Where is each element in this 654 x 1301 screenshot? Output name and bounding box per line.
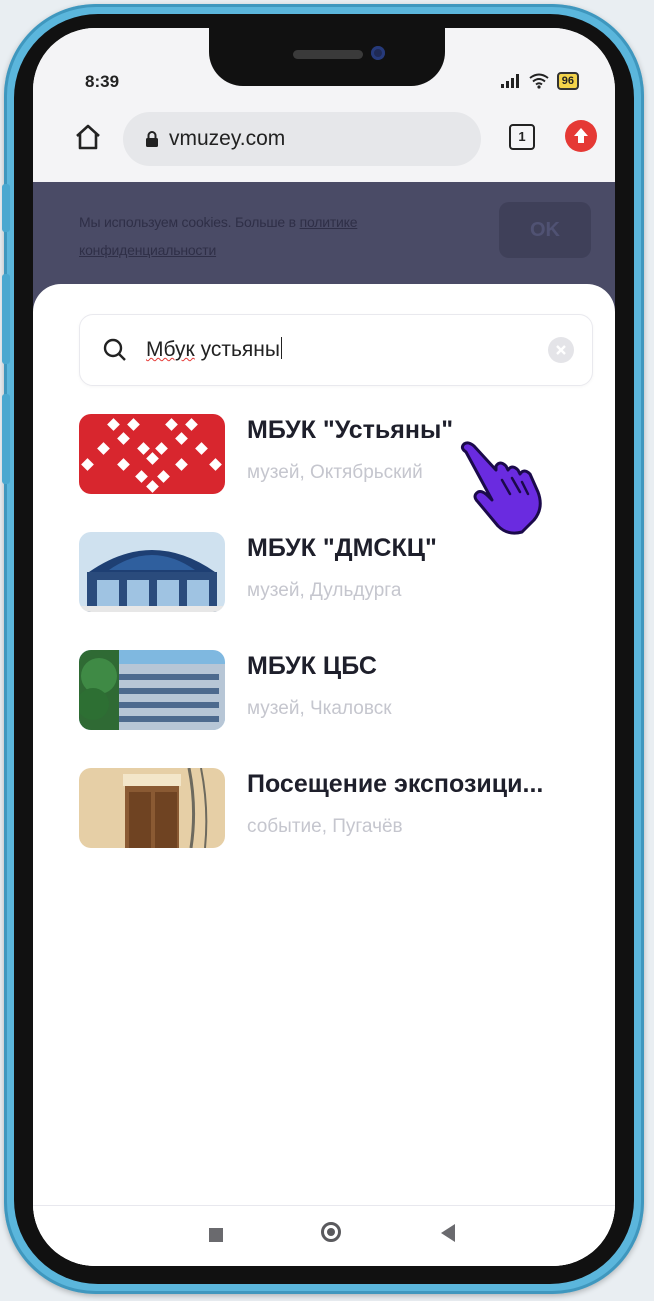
search-result-item[interactable]: Посещение экспозици... событие, Пугачёв: [79, 768, 599, 886]
cookie-ok-button[interactable]: OK: [499, 202, 591, 258]
search-result-item[interactable]: МБУК ЦБС музей, Чкаловск: [79, 650, 599, 768]
status-icons: 96: [500, 72, 579, 90]
building-photo-image: [79, 650, 225, 730]
phone-screen: 8:39 96 vmuzey.com 1 Мы используем cooki…: [33, 28, 615, 1266]
result-title: МБУК "ДМСКЦ": [247, 534, 437, 562]
cookie-message: Мы используем cookies. Больше в: [79, 214, 300, 230]
search-query-rest: устьяны: [194, 338, 280, 361]
status-time: 8:39: [85, 72, 120, 91]
address-bar-url: vmuzey.com: [169, 127, 286, 150]
browser-toolbar: vmuzey.com 1: [33, 100, 615, 182]
phone-volume-up-button: [2, 274, 10, 364]
result-thumbnail: [79, 768, 225, 848]
result-title: МБУК "Устьяны": [247, 416, 454, 444]
phone-side-button: [2, 184, 10, 232]
home-icon[interactable]: [73, 122, 103, 152]
lock-icon: [146, 131, 158, 147]
home-button-icon[interactable]: [321, 1222, 341, 1242]
result-subtitle: музей, Октябрьский: [247, 462, 423, 483]
result-thumbnail: [79, 532, 225, 612]
search-panel: Мбук устьяны МБУК "Устьяны" музей, Октяб…: [33, 284, 615, 1266]
hand-pointer-icon: [460, 441, 542, 535]
result-subtitle: музей, Чкаловск: [247, 698, 392, 719]
phone-notch: [209, 28, 445, 86]
close-icon: [556, 345, 566, 355]
museum-entrance-photo-image: [79, 768, 225, 848]
result-subtitle: музей, Дульдурга: [247, 580, 402, 601]
result-thumbnail: [79, 650, 225, 730]
clear-search-icon[interactable]: [548, 337, 574, 363]
wifi-icon: [529, 73, 549, 89]
building-photo-image: [79, 532, 225, 612]
search-query: Мбук устьяны: [146, 337, 283, 362]
ornament-pattern-image: [79, 414, 225, 494]
upload-arrow-icon: [574, 128, 588, 143]
tabs-switcher-icon[interactable]: 1: [509, 124, 535, 150]
result-thumbnail: [79, 414, 225, 494]
search-result-item[interactable]: МБУК "ДМСКЦ" музей, Дульдурга: [79, 532, 599, 650]
text-caret: [280, 337, 283, 359]
android-navigation-bar: [33, 1205, 615, 1266]
front-camera-icon: [371, 46, 385, 60]
browser-menu-icon[interactable]: [565, 120, 597, 152]
speaker-grille: [293, 50, 363, 59]
search-icon: [103, 338, 126, 361]
result-title: Посещение экспозици...: [247, 770, 544, 798]
back-icon[interactable]: [441, 1224, 455, 1242]
battery-indicator: 96: [556, 72, 579, 90]
result-subtitle: событие, Пугачёв: [247, 816, 403, 837]
signal-bars-icon: [500, 74, 519, 88]
cookie-banner-text: Мы используем cookies. Больше в политике…: [79, 208, 469, 264]
phone-volume-down-button: [2, 394, 10, 484]
search-input[interactable]: Мбук устьяны: [79, 314, 593, 386]
address-bar[interactable]: vmuzey.com: [123, 112, 481, 166]
result-title: МБУК ЦБС: [247, 652, 377, 680]
search-query-misspelled-word: Мбук: [146, 338, 195, 361]
recent-apps-icon[interactable]: [209, 1228, 223, 1242]
